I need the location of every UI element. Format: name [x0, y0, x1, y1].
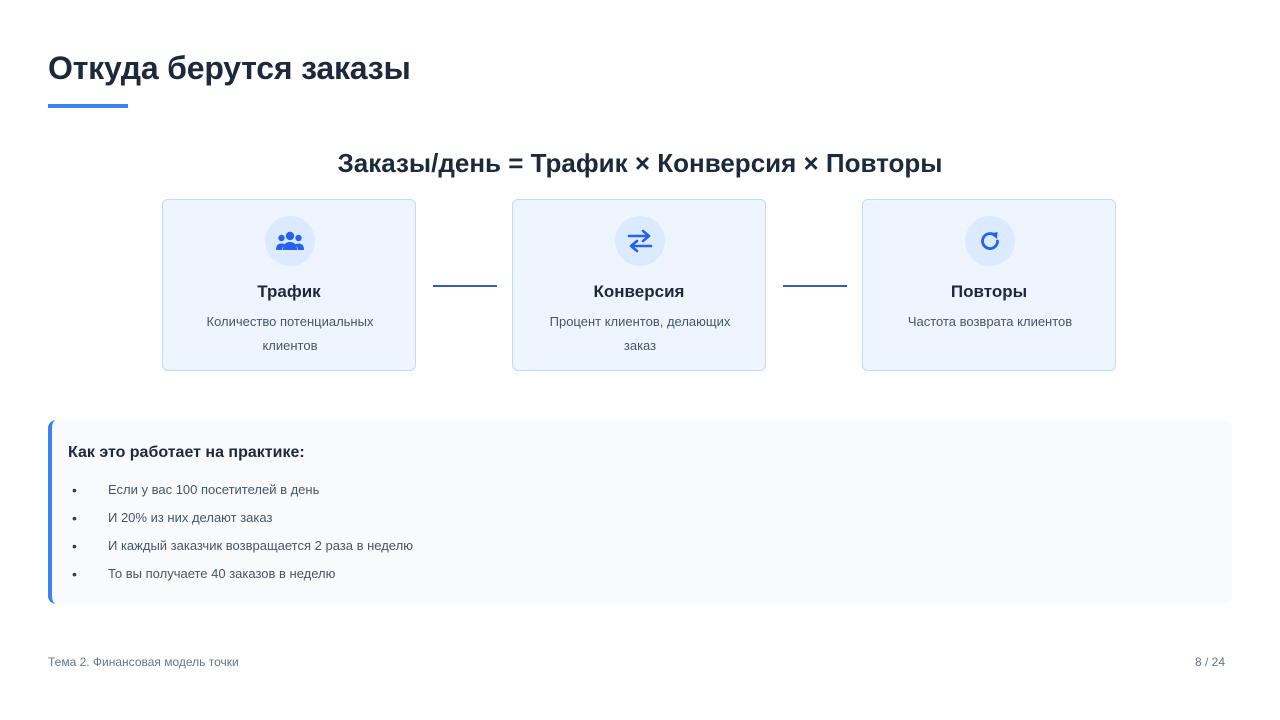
card-traffic: Трафик Количество потенциальных клиентов	[162, 199, 416, 371]
card-description: Частота возврата клиентов	[907, 314, 1073, 329]
formula: Заказы/день = Трафик × Конверсия × Повто…	[337, 148, 943, 178]
page-number: 8 / 24	[1194, 655, 1225, 669]
card-repeats: Повторы Частота возврата клиентов	[862, 199, 1116, 371]
connector-line	[433, 285, 497, 287]
card-conversion: Конверсия Процент клиентов, делающих зак…	[512, 199, 766, 371]
card-description: Процент клиентов, делающих заказ	[549, 314, 731, 353]
bullet: •	[72, 482, 77, 498]
exchange-arrows-icon	[615, 216, 665, 266]
users-icon	[265, 216, 315, 266]
practice-box: Как это работает на практике: • Если у в…	[48, 420, 1232, 604]
bullet: •	[72, 538, 77, 554]
page-title: Откуда берутся заказы	[48, 50, 411, 86]
bullet: •	[72, 566, 77, 582]
connector-line	[783, 285, 847, 287]
card-title: Конверсия	[593, 282, 685, 301]
list-item-text: И каждый заказчик возвращается 2 раза в …	[108, 538, 413, 553]
refresh-icon	[965, 216, 1015, 266]
card-title: Трафик	[257, 282, 321, 301]
list-item-text: То вы получаете 40 заказов в неделю	[108, 566, 336, 581]
slide: Откуда берутся заказы Заказы/день = Траф…	[0, 0, 1280, 720]
title-underline	[48, 104, 128, 108]
card-description: Количество потенциальных клиентов	[206, 314, 374, 353]
bullet: •	[72, 510, 77, 526]
practice-heading: Как это работает на практике:	[68, 444, 305, 461]
footer-topic: Тема 2. Финансовая модель точки	[48, 655, 239, 669]
list-item-text: Если у вас 100 посетителей в день	[108, 482, 320, 497]
card-title: Повторы	[950, 282, 1028, 301]
list-item-text: И 20% из них делают заказ	[108, 510, 273, 525]
